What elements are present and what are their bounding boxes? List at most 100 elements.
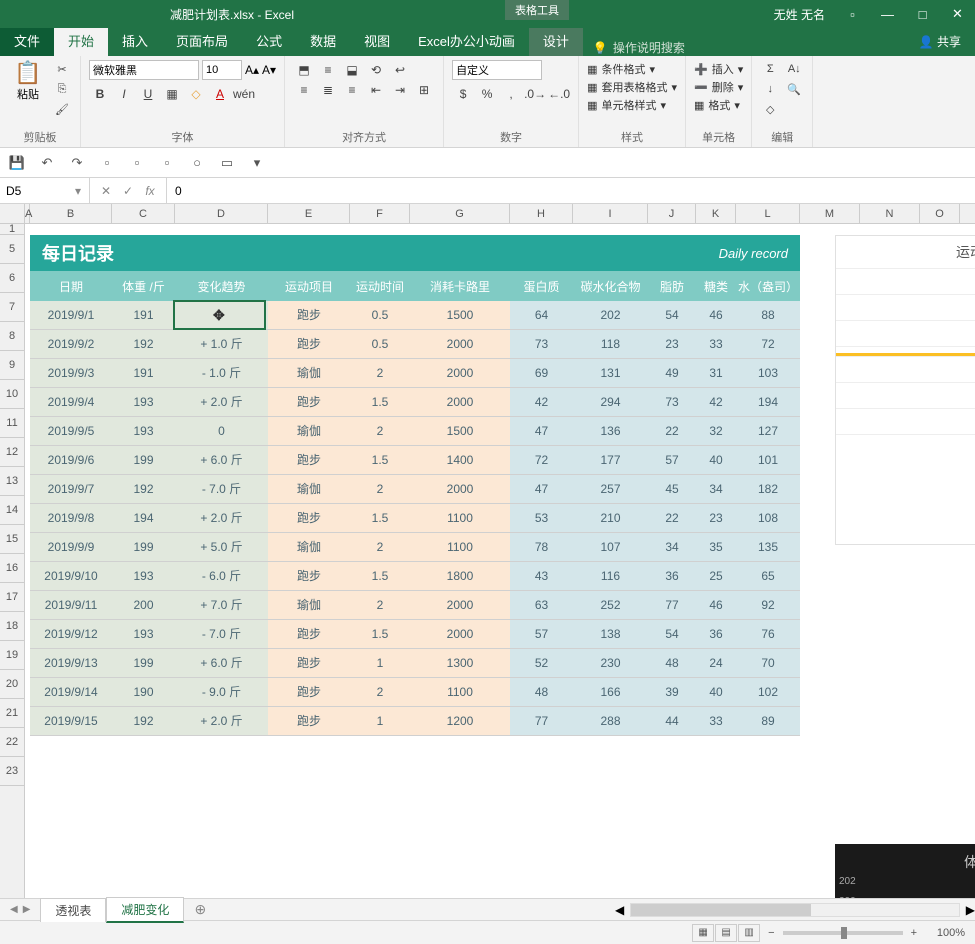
table-row[interactable]: 2019/9/2192+ 1.0 斤跑步0.5200073118233372 bbox=[30, 330, 800, 359]
cell-prot[interactable]: 72 bbox=[510, 446, 573, 475]
table-row[interactable]: 2019/9/10193- 6.0 斤跑步1.5180043116362565 bbox=[30, 562, 800, 591]
cell-prot[interactable]: 73 bbox=[510, 330, 573, 359]
undo-icon[interactable]: ↶ bbox=[36, 152, 58, 174]
cell-carb[interactable]: 257 bbox=[573, 475, 648, 504]
cell-water[interactable]: 182 bbox=[736, 475, 800, 504]
cell-trend[interactable]: - 7.0 斤 bbox=[175, 475, 268, 504]
cell-date[interactable]: 2019/9/1 bbox=[30, 301, 112, 330]
cell-time[interactable]: 1 bbox=[350, 707, 410, 736]
column-header[interactable]: H bbox=[510, 204, 573, 223]
find-select-icon[interactable]: 🔍 bbox=[784, 80, 804, 98]
cell-trend[interactable]: 0 bbox=[175, 417, 268, 446]
share-button[interactable]: 👤 共享 bbox=[905, 27, 975, 56]
cell-trend[interactable]: + 2.0 斤 bbox=[175, 707, 268, 736]
cell-time[interactable]: 0.5 bbox=[350, 330, 410, 359]
column-header[interactable]: N bbox=[860, 204, 920, 223]
number-format-combo[interactable] bbox=[452, 60, 542, 80]
cell-time[interactable]: 2 bbox=[350, 417, 410, 446]
cell-carb[interactable]: 177 bbox=[573, 446, 648, 475]
cell-time[interactable]: 1.5 bbox=[350, 446, 410, 475]
cell-date[interactable]: 2019/9/11 bbox=[30, 591, 112, 620]
cell-prot[interactable]: 47 bbox=[510, 417, 573, 446]
cell-water[interactable]: 108 bbox=[736, 504, 800, 533]
cell-styles-button[interactable]: ▦单元格样式 ▾ bbox=[587, 96, 677, 114]
cell-weight[interactable]: 200 bbox=[112, 591, 175, 620]
cell-water[interactable]: 101 bbox=[736, 446, 800, 475]
cell-trend[interactable]: + 7.0 斤 bbox=[175, 591, 268, 620]
cell-water[interactable]: 70 bbox=[736, 649, 800, 678]
decrease-font-icon[interactable]: A▾ bbox=[262, 63, 276, 77]
cell-time[interactable]: 1.5 bbox=[350, 388, 410, 417]
formula-input[interactable] bbox=[167, 184, 975, 198]
cell-carb[interactable]: 138 bbox=[573, 620, 648, 649]
column-header[interactable]: C bbox=[112, 204, 175, 223]
cell-water[interactable]: 135 bbox=[736, 533, 800, 562]
cut-button[interactable]: ✂ bbox=[52, 60, 72, 78]
cell-cal[interactable]: 1800 bbox=[410, 562, 510, 591]
sheet-tab-main[interactable]: 减肥变化 bbox=[106, 897, 184, 923]
cell-weight[interactable]: 190 bbox=[112, 678, 175, 707]
name-box-dropdown-icon[interactable]: ▾ bbox=[70, 184, 86, 198]
font-size-combo[interactable] bbox=[202, 60, 242, 80]
align-right-icon[interactable]: ≡ bbox=[341, 80, 363, 100]
table-row[interactable]: 2019/9/7192- 7.0 斤瑜伽22000472574534182 bbox=[30, 475, 800, 504]
cell-trend[interactable]: - 7.0 斤 bbox=[175, 620, 268, 649]
weight-chart[interactable]: 体重 202200198196194192190188186184 bbox=[835, 844, 975, 898]
cell-fat[interactable]: 39 bbox=[648, 678, 696, 707]
cell-cal[interactable]: 1500 bbox=[410, 301, 510, 330]
cell-prot[interactable]: 52 bbox=[510, 649, 573, 678]
cell-reference-input[interactable] bbox=[0, 184, 70, 198]
cell-date[interactable]: 2019/9/9 bbox=[30, 533, 112, 562]
table-row[interactable]: 2019/9/6199+ 6.0 斤跑步1.51400721775740101 bbox=[30, 446, 800, 475]
conditional-format-button[interactable]: ▦条件格式 ▾ bbox=[587, 60, 677, 78]
cell-time[interactable]: 2 bbox=[350, 359, 410, 388]
cell-date[interactable]: 2019/9/4 bbox=[30, 388, 112, 417]
cell-cal[interactable]: 1300 bbox=[410, 649, 510, 678]
cell-sugar[interactable]: 40 bbox=[696, 446, 736, 475]
cell-sugar[interactable]: 23 bbox=[696, 504, 736, 533]
cell-time[interactable]: 2 bbox=[350, 533, 410, 562]
table-row[interactable]: 2019/9/4193+ 2.0 斤跑步1.52000422947342194 bbox=[30, 388, 800, 417]
redo-icon[interactable]: ↷ bbox=[66, 152, 88, 174]
cell-sport[interactable]: 瑜伽 bbox=[268, 417, 350, 446]
ribbon-options-icon[interactable]: ▫ bbox=[835, 0, 870, 28]
row-header[interactable]: 1 bbox=[0, 224, 24, 235]
cell-fat[interactable]: 34 bbox=[648, 533, 696, 562]
cell-carb[interactable]: 116 bbox=[573, 562, 648, 591]
cell-weight[interactable]: 194 bbox=[112, 504, 175, 533]
tab-data[interactable]: 数据 bbox=[296, 25, 350, 56]
cell-weight[interactable]: 193 bbox=[112, 562, 175, 591]
cell-sugar[interactable]: 46 bbox=[696, 301, 736, 330]
column-header[interactable]: O bbox=[920, 204, 960, 223]
cell-date[interactable]: 2019/9/2 bbox=[30, 330, 112, 359]
table-row[interactable]: 2019/9/12193- 7.0 斤跑步1.5200057138543676 bbox=[30, 620, 800, 649]
cell-sport[interactable]: 瑜伽 bbox=[268, 591, 350, 620]
qat-icon[interactable]: ▫ bbox=[156, 152, 178, 174]
column-header[interactable]: I bbox=[573, 204, 648, 223]
cell-date[interactable]: 2019/9/8 bbox=[30, 504, 112, 533]
border-button[interactable]: ▦ bbox=[161, 84, 183, 104]
cell-fat[interactable]: 23 bbox=[648, 330, 696, 359]
cell-carb[interactable]: 230 bbox=[573, 649, 648, 678]
cell-date[interactable]: 2019/9/10 bbox=[30, 562, 112, 591]
cell-sugar[interactable]: 35 bbox=[696, 533, 736, 562]
format-cells-button[interactable]: ▦格式 ▾ bbox=[694, 96, 743, 114]
decrease-indent-icon[interactable]: ⇤ bbox=[365, 80, 387, 100]
sheet-tab-pivot[interactable]: 透视表 bbox=[40, 898, 106, 922]
cell-prot[interactable]: 77 bbox=[510, 707, 573, 736]
cell-sugar[interactable]: 31 bbox=[696, 359, 736, 388]
table-row[interactable]: 2019/9/9199+ 5.0 斤瑜伽21100781073435135 bbox=[30, 533, 800, 562]
cell-sport[interactable]: 跑步 bbox=[268, 301, 350, 330]
row-header[interactable]: 18 bbox=[0, 612, 24, 641]
column-header[interactable]: F bbox=[350, 204, 410, 223]
cell-sport[interactable]: 跑步 bbox=[268, 649, 350, 678]
name-box[interactable]: ▾ bbox=[0, 178, 90, 203]
cell-sport[interactable]: 跑步 bbox=[268, 620, 350, 649]
table-row[interactable]: 2019/9/11200+ 7.0 斤瑜伽2200063252774692 bbox=[30, 591, 800, 620]
horizontal-scrollbar[interactable] bbox=[630, 903, 960, 917]
table-row[interactable]: 2019/9/51930瑜伽21500471362232127 bbox=[30, 417, 800, 446]
cell-sport[interactable]: 瑜伽 bbox=[268, 475, 350, 504]
table-row[interactable]: 2019/9/15192+ 2.0 斤跑步1120077288443389 bbox=[30, 707, 800, 736]
row-header[interactable]: 10 bbox=[0, 380, 24, 409]
cell-sugar[interactable]: 34 bbox=[696, 475, 736, 504]
